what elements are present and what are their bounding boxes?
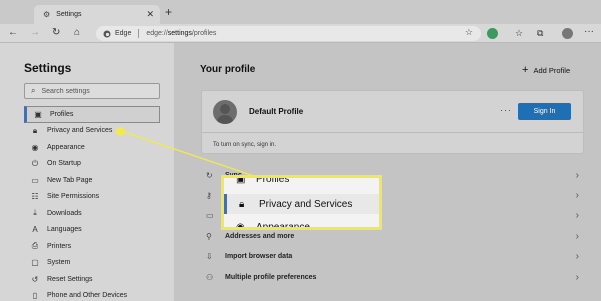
callout-item-profiles: ▣ Profiles — [224, 175, 379, 189]
callout-item-label: Privacy and Services — [259, 198, 353, 210]
profile-icon: ▣ — [236, 175, 246, 185]
zoom-callout: ▣ Profiles 🔒︎ Privacy and Services ◉ App… — [221, 175, 382, 230]
palette-icon: ◉ — [236, 221, 245, 230]
callout-item-privacy: 🔒︎ Privacy and Services — [224, 194, 379, 214]
callout-connector-line — [120, 130, 261, 179]
callout-item-label: Appearance — [256, 221, 310, 230]
callout-dot — [116, 127, 125, 136]
lock-icon: 🔒︎ — [239, 198, 245, 210]
callout-item-label: Profiles — [256, 175, 290, 185]
callout-item-appearance: ◉ Appearance — [224, 217, 379, 230]
